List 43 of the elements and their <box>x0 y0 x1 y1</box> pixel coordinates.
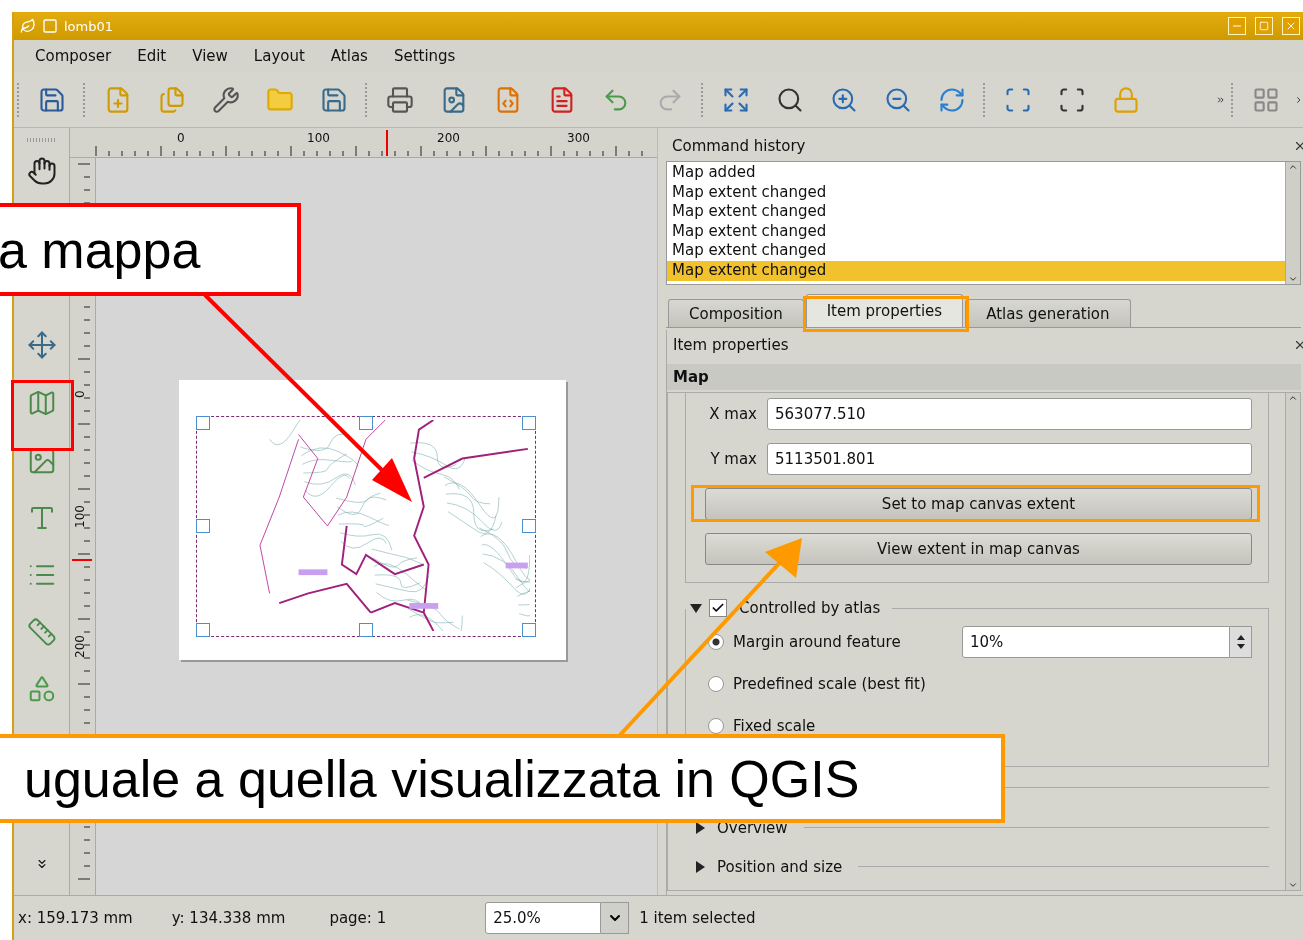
history-item[interactable]: Map extent changed <box>667 241 1285 261</box>
ruler-label: 0 <box>74 390 86 398</box>
ruler-label: 100 <box>74 505 86 528</box>
section-title: Map <box>667 364 1301 390</box>
tab[interactable]: Composition <box>668 299 804 327</box>
history-item[interactable]: Map extent changed <box>667 202 1285 222</box>
menu-item[interactable]: Composer <box>22 47 125 65</box>
panel-title: Command history <box>672 137 806 155</box>
ruler-label: 100 <box>307 132 330 144</box>
history-item[interactable]: Map extent changed <box>667 260 1285 281</box>
option-label: Margin around feature <box>733 632 901 651</box>
ruler-label: 200 <box>437 132 460 144</box>
coordinate-field[interactable]: 5113501.801 <box>767 443 1252 475</box>
menu-item[interactable]: Layout <box>240 47 318 65</box>
status-text: 1 item selected <box>639 909 756 927</box>
action-button[interactable]: View extent in map canvas <box>705 533 1252 565</box>
coordinate-field[interactable]: 563077.510 <box>767 398 1252 430</box>
history-item[interactable]: Map extent changed <box>667 182 1285 203</box>
tab[interactable]: Atlas generation <box>965 299 1131 327</box>
group-title[interactable]: Overview <box>717 818 788 837</box>
menu-item[interactable]: Atlas <box>317 47 381 65</box>
group-title[interactable]: Position and size <box>717 857 843 876</box>
menu-item[interactable]: Edit <box>124 47 180 65</box>
history-item[interactable]: Map extent changed <box>667 221 1285 242</box>
panel-title: Item properties <box>673 336 789 354</box>
group-title: Controlled by atlas <box>739 599 881 617</box>
history-item[interactable]: Map added <box>667 163 1285 183</box>
status-text: x: 159.173 mm <box>18 909 133 927</box>
option-label: Fixed scale <box>733 716 816 735</box>
ruler-label: 200 <box>74 635 86 658</box>
spin-field[interactable]: 10% <box>962 625 1230 658</box>
field-label: X max <box>708 405 757 423</box>
menu-item[interactable]: Settings <box>380 47 469 65</box>
status-text: y: 134.338 mm <box>171 909 286 927</box>
menu-item[interactable]: View <box>179 47 241 65</box>
action-button[interactable]: Set to map canvas extent <box>705 488 1252 520</box>
zoom-field[interactable]: 25.0% <box>485 902 602 934</box>
status-text: page: 1 <box>329 909 387 927</box>
window-title: lomb01 <box>64 18 115 34</box>
field-label: Y max <box>709 450 757 468</box>
option-label: Predefined scale (best fit) <box>733 674 926 693</box>
ruler-label: 0 <box>177 132 185 144</box>
ruler-label: 300 <box>567 132 590 144</box>
